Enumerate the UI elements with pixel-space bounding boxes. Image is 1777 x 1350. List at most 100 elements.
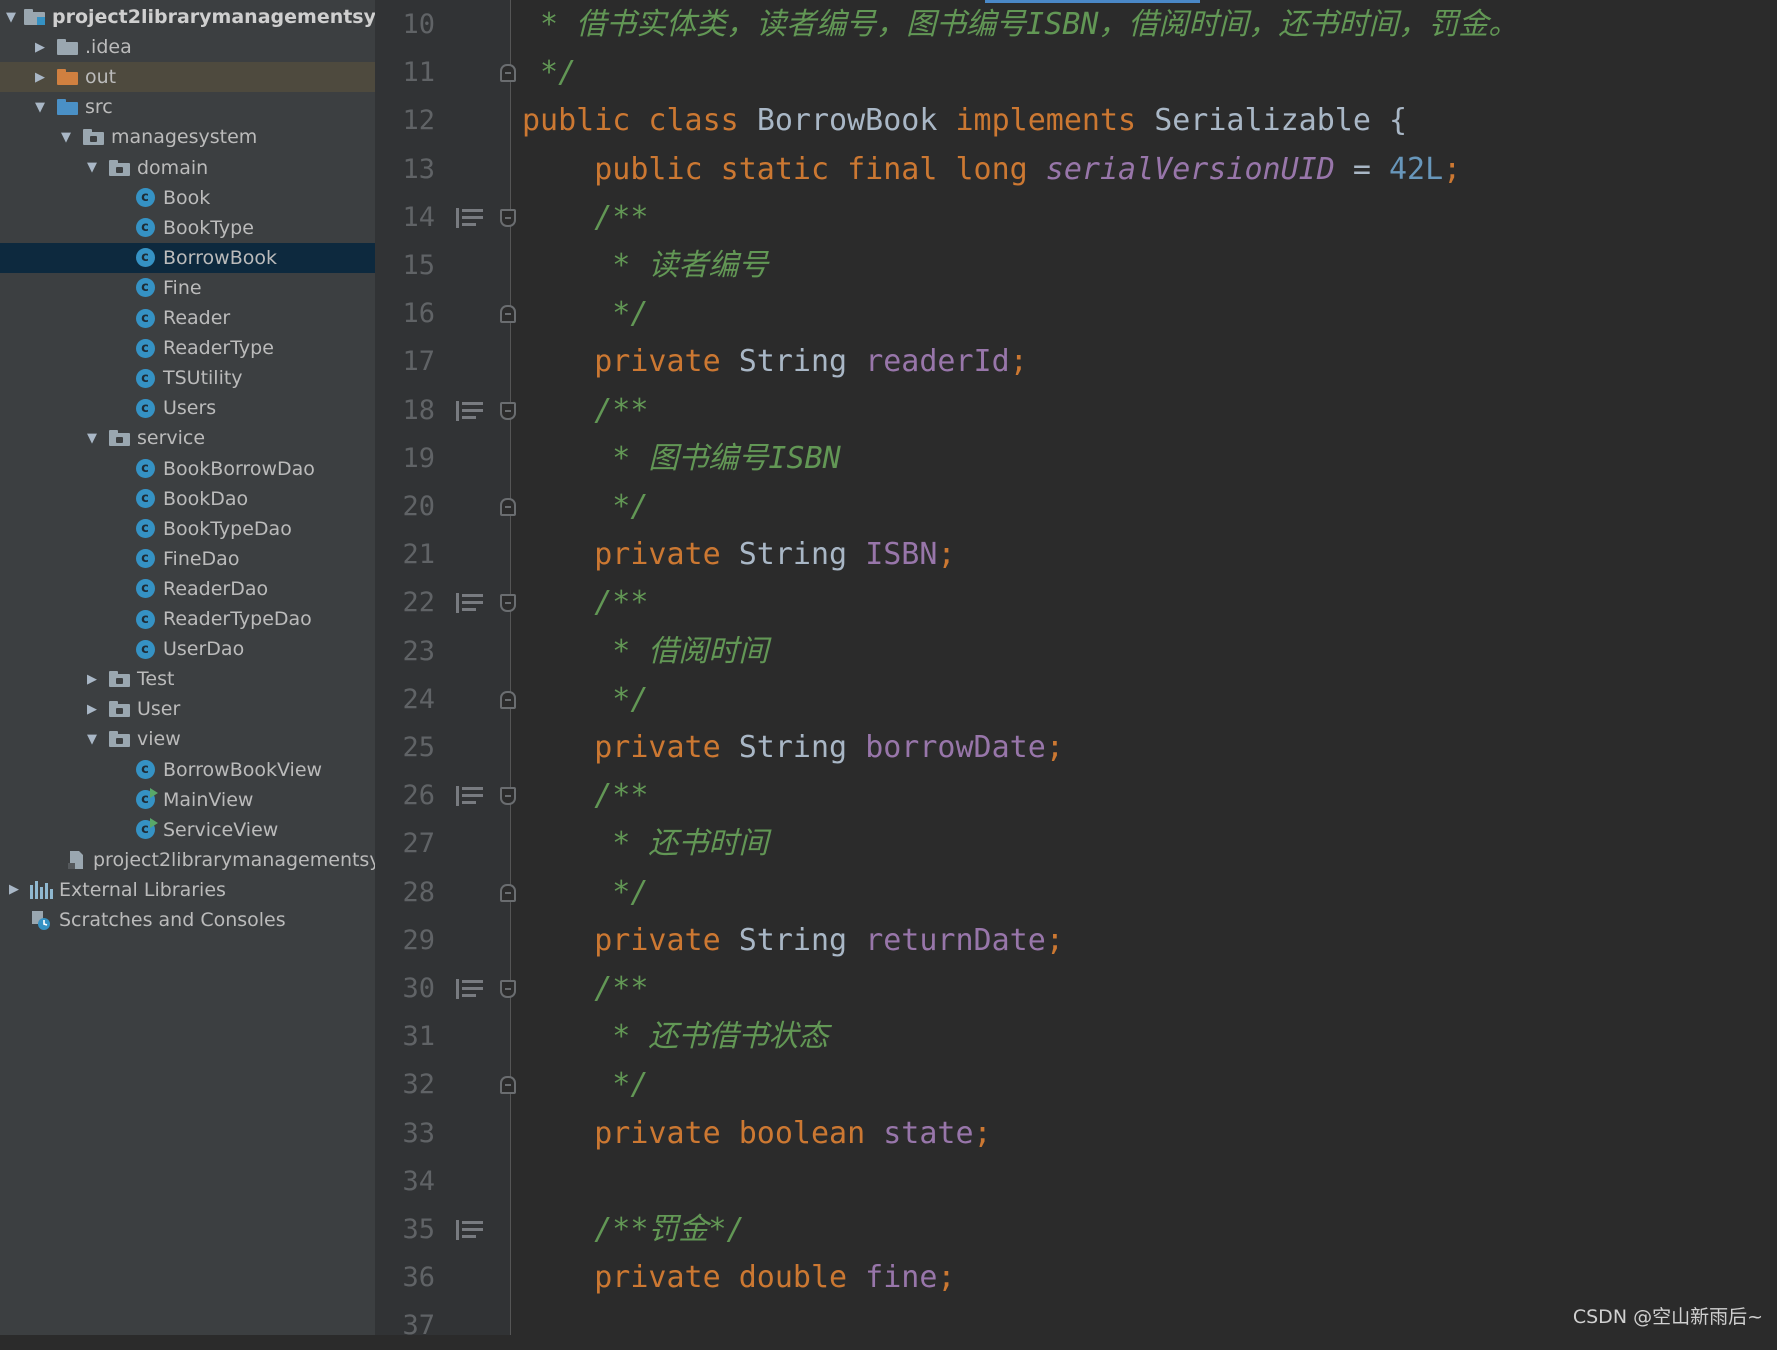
code-line[interactable]: private String readerId;: [522, 338, 1028, 386]
code-line[interactable]: */: [522, 1061, 648, 1109]
render-doc-icon[interactable]: [456, 400, 483, 421]
fold-end-icon[interactable]: [500, 64, 516, 83]
render-doc-icon[interactable]: [456, 1220, 483, 1240]
collapsed-arrow-icon[interactable]: ▶: [84, 671, 100, 687]
tree-item[interactable]: ▼ project2librarymanagementsystem: [0, 2, 375, 32]
code-line[interactable]: */: [522, 869, 648, 917]
expanded-arrow-icon[interactable]: ▼: [84, 731, 100, 747]
code-line[interactable]: * 图书编号ISBN: [522, 435, 840, 483]
fold-collapse-icon[interactable]: [500, 208, 516, 227]
code-line[interactable]: * 借书实体类，读者编号，图书编号ISBN，借阅时间，还书时间，罚金。: [522, 1, 1518, 49]
code-line[interactable]: /**: [522, 772, 648, 820]
expanded-arrow-icon[interactable]: ▼: [84, 430, 100, 446]
code-line[interactable]: private double fine;: [522, 1254, 955, 1302]
code-line[interactable]: * 还书时间: [522, 820, 768, 868]
code-line[interactable]: /**: [522, 965, 648, 1013]
render-doc-icon[interactable]: [456, 593, 483, 614]
tree-item[interactable]: ▼ service: [0, 423, 375, 453]
tree-item[interactable]: c ReaderType: [0, 333, 375, 363]
package-icon: [108, 669, 130, 689]
tree-item[interactable]: ▶ External Libraries: [0, 875, 375, 905]
code-line[interactable]: */: [522, 676, 648, 724]
render-doc-icon[interactable]: [456, 786, 483, 807]
tree-item[interactable]: ▼ managesystem: [0, 122, 375, 152]
java-class-icon: c: [134, 639, 156, 659]
code-line[interactable]: * 还书借书状态: [522, 1013, 828, 1061]
tree-item[interactable]: ▼ view: [0, 724, 375, 754]
code-line[interactable]: private boolean state;: [522, 1110, 991, 1158]
tree-item[interactable]: c BorrowBook: [0, 242, 375, 273]
tree-item[interactable]: ▼ domain: [0, 153, 375, 183]
tree-item[interactable]: c Book: [0, 183, 375, 213]
code-line[interactable]: private String returnDate;: [522, 917, 1064, 965]
tree-item[interactable]: ▶ out: [0, 62, 375, 93]
fold-end-icon[interactable]: [500, 690, 516, 709]
code-line[interactable]: * 借阅时间: [522, 628, 768, 676]
expanded-arrow-icon[interactable]: ▼: [84, 160, 100, 176]
tree-item[interactable]: ▼ src: [0, 92, 375, 122]
expanded-arrow-icon[interactable]: ▼: [58, 129, 74, 145]
expanded-arrow-icon[interactable]: ▼: [32, 99, 48, 115]
tree-item[interactable]: c UserDao: [0, 634, 375, 664]
code-line[interactable]: /**: [522, 387, 648, 435]
expanded-arrow-icon[interactable]: ▼: [6, 9, 16, 25]
tree-item-label: ReaderTypeDao: [163, 608, 312, 630]
code-line[interactable]: * 读者编号: [522, 242, 768, 290]
code-line[interactable]: public class BorrowBook implements Seria…: [522, 97, 1407, 145]
line-number: 24: [402, 683, 435, 715]
tree-item[interactable]: Scratches and Consoles: [0, 905, 375, 935]
fold-end-icon[interactable]: [500, 883, 516, 902]
line-number: 13: [402, 153, 435, 185]
collapsed-arrow-icon[interactable]: ▶: [6, 882, 22, 898]
tree-item[interactable]: c MainView: [0, 785, 375, 815]
fold-end-icon[interactable]: [500, 305, 516, 324]
code-line[interactable]: */: [522, 49, 576, 97]
code-token: */: [522, 1067, 649, 1103]
collapsed-arrow-icon[interactable]: ▶: [32, 69, 48, 85]
code-line[interactable]: */: [522, 290, 648, 338]
code-line[interactable]: public static final long serialVersionUI…: [522, 146, 1461, 194]
code-line[interactable]: */: [522, 483, 648, 531]
code-line[interactable]: /**罚金*/: [522, 1206, 744, 1254]
tree-item[interactable]: ▶ Test: [0, 664, 375, 694]
scratches-icon: [30, 910, 52, 930]
fold-collapse-icon[interactable]: [500, 787, 516, 806]
tree-item[interactable]: ▶ .idea: [0, 32, 375, 62]
tree-item-label: External Libraries: [59, 878, 226, 901]
java-class-icon: c: [134, 398, 156, 418]
tree-item[interactable]: project2librarymanagementsyste: [0, 845, 375, 875]
code-line[interactable]: /**: [522, 194, 648, 242]
tree-item[interactable]: c TSUtility: [0, 363, 375, 393]
tree-item[interactable]: c ReaderTypeDao: [0, 604, 375, 634]
render-doc-icon[interactable]: [456, 979, 483, 999]
tree-item[interactable]: c Users: [0, 393, 375, 423]
collapsed-arrow-icon[interactable]: ▶: [84, 701, 100, 717]
java-class-icon: c: [134, 489, 156, 509]
fold-collapse-icon[interactable]: [500, 980, 516, 998]
tree-item[interactable]: c BookDao: [0, 484, 375, 514]
code-line[interactable]: private String borrowDate;: [522, 724, 1064, 772]
tree-item[interactable]: c BookTypeDao: [0, 514, 375, 544]
tree-item[interactable]: c BookBorrowDao: [0, 454, 375, 484]
fold-collapse-icon[interactable]: [500, 594, 516, 613]
tree-item[interactable]: c Fine: [0, 273, 375, 303]
code-token: * 还书时间: [522, 826, 769, 862]
libraries-icon: [29, 880, 53, 900]
tree-item-label: Book: [163, 186, 211, 209]
code-line[interactable]: private String ISBN;: [522, 531, 955, 579]
tree-item[interactable]: c FineDao: [0, 544, 375, 574]
tree-item[interactable]: c BookType: [0, 213, 375, 243]
collapsed-arrow-icon[interactable]: ▶: [32, 39, 48, 55]
tree-item[interactable]: ▶ User: [0, 694, 375, 724]
tree-item[interactable]: c Reader: [0, 303, 375, 333]
render-doc-icon[interactable]: [456, 207, 483, 228]
fold-collapse-icon[interactable]: [500, 401, 516, 420]
tree-item[interactable]: c ServiceView: [0, 815, 375, 845]
tree-item-label: domain: [137, 156, 209, 179]
fold-end-icon[interactable]: [500, 498, 516, 516]
code-line[interactable]: /**: [522, 579, 648, 627]
tree-item[interactable]: c ReaderDao: [0, 574, 375, 604]
tree-item[interactable]: c BorrowBookView: [0, 755, 375, 785]
fold-end-icon[interactable]: [500, 1076, 516, 1095]
